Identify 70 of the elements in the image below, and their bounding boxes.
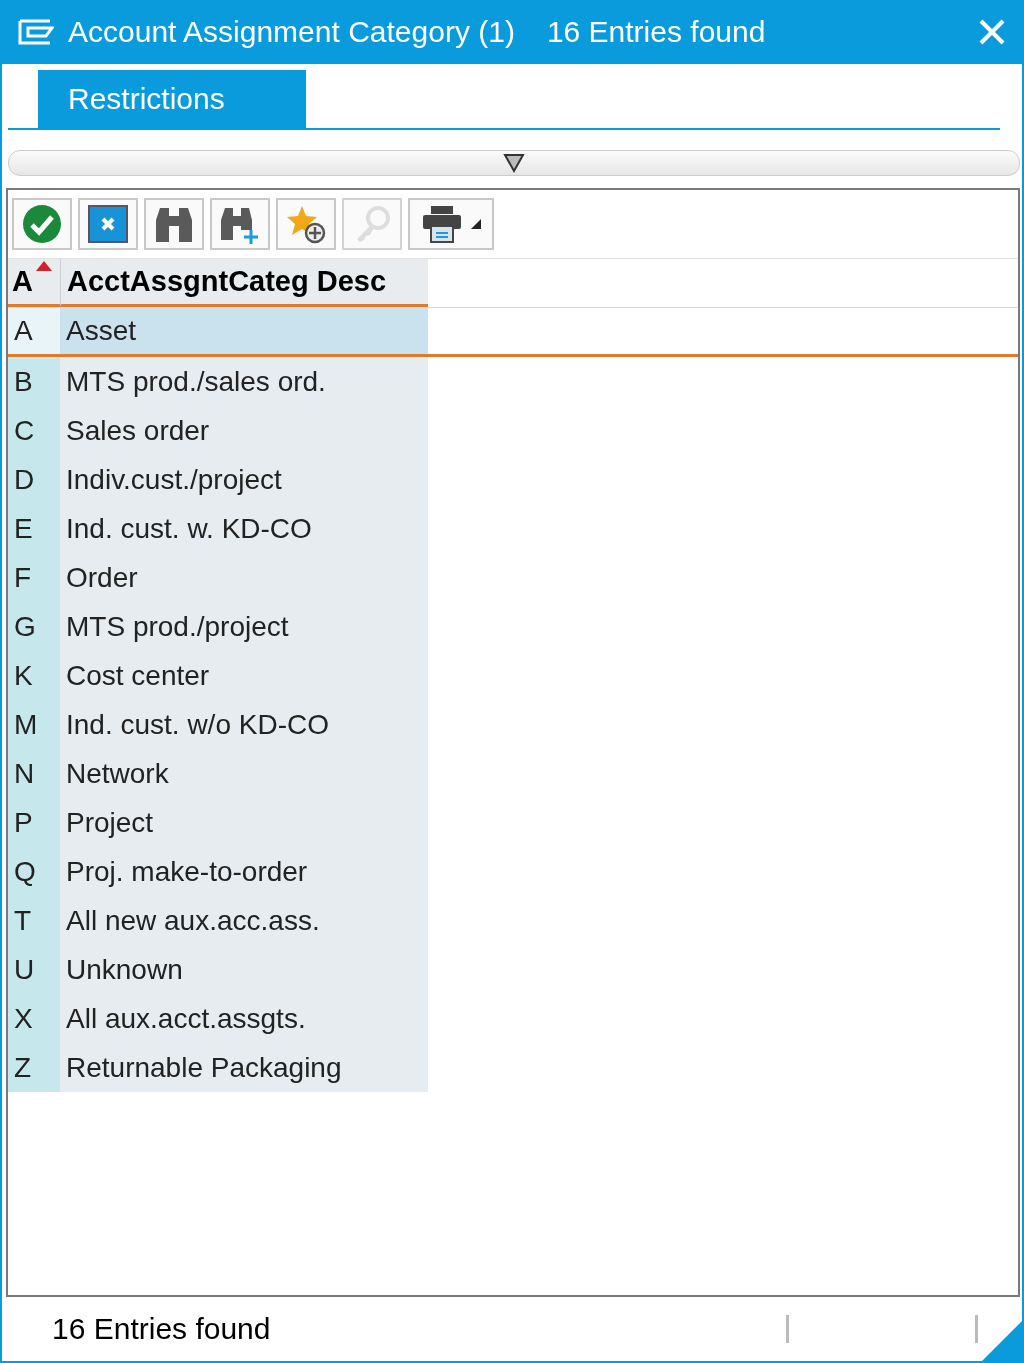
table-row[interactable]: M Ind. cust. w/o KD-CO <box>8 700 1018 749</box>
sort-ascending-icon <box>36 261 52 271</box>
table-row[interactable]: U Unknown <box>8 945 1018 994</box>
table-cell: X <box>8 994 60 1043</box>
table-row[interactable]: G MTS prod./project <box>8 602 1018 651</box>
collapse-icon <box>503 153 525 173</box>
column-title: A <box>12 265 33 298</box>
table-cell: F <box>8 553 60 602</box>
table-cell: K <box>8 651 60 700</box>
table-row[interactable]: C Sales order <box>8 406 1018 455</box>
table-cell: E <box>8 504 60 553</box>
status-text: 16 Entries found <box>52 1312 272 1346</box>
table-cell: Cost center <box>60 651 428 700</box>
table-row[interactable]: X All aux.acct.assgts. <box>8 994 1018 1043</box>
table-cell: T <box>8 896 60 945</box>
table-cell: D <box>8 455 60 504</box>
table-cell: Indiv.cust./project <box>60 455 428 504</box>
window-title: Account Assignment Category (1) <box>68 15 515 49</box>
find-next-button[interactable] <box>210 198 270 250</box>
table-cell: Ind. cust. w/o KD-CO <box>60 700 428 749</box>
table-row[interactable]: K Cost center <box>8 651 1018 700</box>
table-cell: All new aux.acc.ass. <box>60 896 428 945</box>
print-button[interactable] <box>408 198 494 250</box>
table-cell: Ind. cust. w. KD-CO <box>60 504 428 553</box>
cancel-button[interactable] <box>78 198 138 250</box>
table-cell: N <box>8 749 60 798</box>
table-row[interactable]: T All new aux.acc.ass. <box>8 896 1018 945</box>
cancel-icon <box>88 205 128 243</box>
table-cell: Asset <box>60 308 428 354</box>
table-cell: C <box>8 406 60 455</box>
table-cell: Proj. make-to-order <box>60 847 428 896</box>
star-add-icon <box>286 204 326 244</box>
table-row[interactable]: E Ind. cust. w. KD-CO <box>8 504 1018 553</box>
table-cell: Network <box>60 749 428 798</box>
table-cell: Z <box>8 1043 60 1092</box>
table-cell: All aux.acct.assgts. <box>60 994 428 1043</box>
printer-icon <box>421 204 463 244</box>
find-button[interactable] <box>144 198 204 250</box>
table-row[interactable]: D Indiv.cust./project <box>8 455 1018 504</box>
table-cell: MTS prod./sales ord. <box>60 357 428 406</box>
table-row[interactable]: Q Proj. make-to-order <box>8 847 1018 896</box>
table-cell: B <box>8 357 60 406</box>
column-header[interactable]: AcctAssgntCateg Desc <box>60 259 428 307</box>
column-header[interactable]: A <box>8 259 60 307</box>
close-icon <box>978 18 1006 46</box>
table-cell: Unknown <box>60 945 428 994</box>
favorite-button[interactable] <box>276 198 336 250</box>
table-cell: P <box>8 798 60 847</box>
table-row[interactable]: B MTS prod./sales ord. <box>8 357 1018 406</box>
table-cell: Q <box>8 847 60 896</box>
resize-grip-icon[interactable] <box>982 1321 1022 1361</box>
table-cell: Sales order <box>60 406 428 455</box>
table-row[interactable]: Z Returnable Packaging <box>8 1043 1018 1092</box>
table-cell: Order <box>60 553 428 602</box>
window-icon <box>18 19 54 45</box>
table-row[interactable]: P Project <box>8 798 1018 847</box>
table-row[interactable]: A Asset <box>8 308 1018 357</box>
checkmark-icon <box>22 204 62 244</box>
dropdown-icon <box>471 219 481 229</box>
table-cell: G <box>8 602 60 651</box>
table-cell: A <box>8 308 60 354</box>
table-cell: Project <box>60 798 428 847</box>
table-row[interactable]: N Network <box>8 749 1018 798</box>
table-cell: M <box>8 700 60 749</box>
table-row[interactable]: F Order <box>8 553 1018 602</box>
entries-count: 16 Entries found <box>546 15 767 49</box>
table-cell: U <box>8 945 60 994</box>
table-cell: MTS prod./project <box>60 602 428 651</box>
table-cell: Returnable Packaging <box>60 1043 428 1092</box>
ok-button[interactable] <box>12 198 72 250</box>
